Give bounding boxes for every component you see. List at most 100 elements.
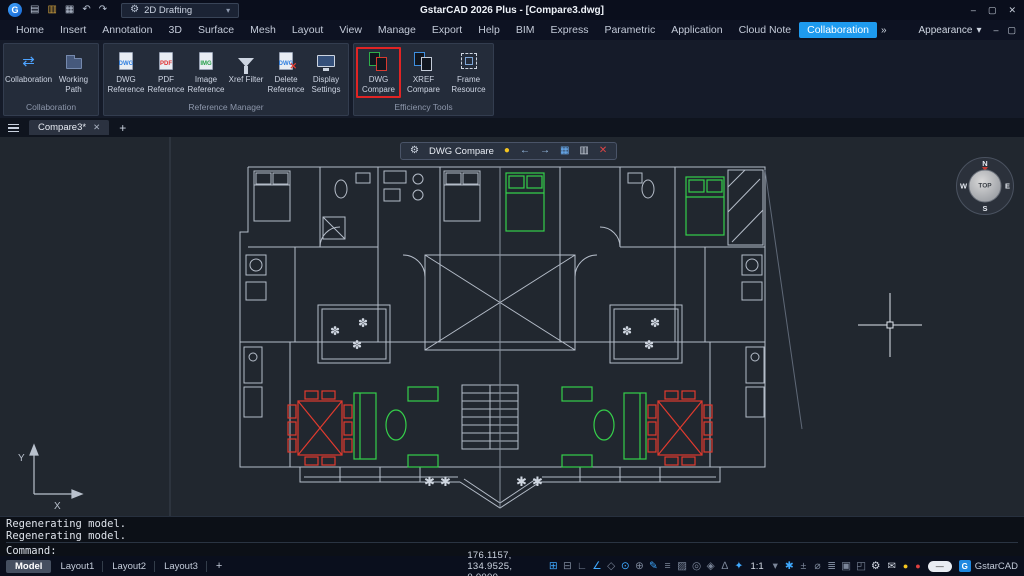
- object-snap-icon[interactable]: ⊙: [621, 561, 630, 572]
- open-file-icon[interactable]: ▥: [47, 5, 56, 15]
- next-difference-icon[interactable]: →: [540, 146, 550, 156]
- status-bar: Model Layout1 Layout2 Layout3 + 176.1157…: [0, 556, 1024, 576]
- units-icon[interactable]: ⌀: [813, 561, 822, 572]
- doc-restore-button[interactable]: ▢: [1007, 25, 1016, 36]
- tab-home[interactable]: Home: [8, 22, 52, 38]
- compass-west[interactable]: W: [960, 182, 967, 191]
- display-settings-button[interactable]: Display Settings: [306, 47, 346, 94]
- annotation-visibility-icon[interactable]: ✱: [785, 561, 794, 572]
- object-snap-tracking-icon[interactable]: ⊕: [635, 561, 644, 572]
- quick-properties-icon[interactable]: ≣: [827, 561, 836, 572]
- selection-cycling-icon[interactable]: ◎: [692, 561, 701, 572]
- dynamic-input-icon[interactable]: ✎: [649, 561, 658, 572]
- grid-icon[interactable]: ⊞: [549, 561, 558, 572]
- delete-reference-button[interactable]: DWG✕ Delete Reference: [266, 47, 306, 94]
- annotation-monitor-icon[interactable]: ✦: [734, 561, 743, 572]
- layout3-tab[interactable]: Layout3: [160, 561, 207, 572]
- command-history-line: Regenerating model.: [6, 530, 1018, 542]
- clean-screen-icon[interactable]: ◰: [856, 561, 866, 572]
- compare-report-icon[interactable]: ▥: [579, 146, 588, 156]
- isometric-drafting-icon[interactable]: ◇: [607, 561, 616, 572]
- auto-scale-icon[interactable]: ±: [799, 561, 808, 572]
- model-tab[interactable]: Model: [6, 560, 51, 573]
- close-button[interactable]: ✕: [1008, 5, 1016, 16]
- dwg-compare-button[interactable]: DWG Compare: [356, 47, 401, 98]
- coordinates-readout[interactable]: 176.1157, 134.9525, 0.0000: [467, 550, 543, 576]
- tab-manage[interactable]: Manage: [370, 22, 424, 38]
- menu-icon[interactable]: [8, 124, 19, 132]
- dynamic-ucs-icon[interactable]: ∆: [720, 561, 729, 572]
- frame-resource-button[interactable]: Frame Resource: [446, 47, 491, 94]
- doc-minimize-button[interactable]: –: [993, 25, 998, 36]
- settings-gear-icon[interactable]: ⚙: [871, 560, 880, 572]
- lock-ui-icon[interactable]: ▣: [841, 561, 851, 572]
- tab-export[interactable]: Export: [424, 22, 470, 38]
- tab-view[interactable]: View: [331, 22, 370, 38]
- layout1-tab[interactable]: Layout1: [56, 561, 103, 572]
- annotation-scale[interactable]: 1:1: [750, 561, 763, 572]
- message-icon[interactable]: ✉: [887, 561, 895, 572]
- tab-3d[interactable]: 3D: [161, 22, 190, 38]
- polar-tracking-icon[interactable]: ∠: [592, 561, 601, 572]
- tab-insert[interactable]: Insert: [52, 22, 94, 38]
- brand-badge: G GstarCAD: [959, 560, 1018, 572]
- undo-icon[interactable]: ↶: [82, 5, 90, 15]
- tab-layout[interactable]: Layout: [284, 22, 332, 38]
- lineweight-icon[interactable]: ≡: [663, 561, 672, 572]
- new-tab-button[interactable]: +: [119, 121, 126, 135]
- minimize-button[interactable]: –: [971, 5, 976, 16]
- bulb-icon[interactable]: ●: [903, 561, 908, 571]
- tray-collapse-button[interactable]: —: [928, 561, 952, 572]
- tab-cloud-note[interactable]: Cloud Note: [731, 22, 800, 38]
- new-file-icon[interactable]: ▤: [30, 5, 39, 15]
- tab-bim[interactable]: BIM: [508, 22, 543, 38]
- workspace-dropdown[interactable]: ⚙ 2D Drafting ▾: [121, 3, 239, 18]
- transparency-icon[interactable]: ▨: [677, 561, 687, 572]
- dwg-reference-button[interactable]: DWG DWG Reference: [106, 47, 146, 94]
- working-path-button[interactable]: Working Path: [51, 47, 96, 94]
- close-tab-icon[interactable]: ✕: [93, 122, 100, 133]
- notification-icon[interactable]: ●: [915, 561, 920, 571]
- compass-top-face[interactable]: TOP: [969, 170, 1002, 203]
- layout2-tab[interactable]: Layout2: [108, 561, 155, 572]
- collaboration-button[interactable]: ⇄ Collaboration: [6, 47, 51, 85]
- bulb-icon[interactable]: ●: [504, 146, 510, 156]
- tab-overflow-chevron-icon[interactable]: »: [877, 25, 891, 36]
- gstarcad-logo-icon[interactable]: G: [8, 3, 22, 17]
- close-compare-icon[interactable]: ✕: [599, 146, 607, 156]
- add-layout-button[interactable]: +: [212, 560, 226, 572]
- compare-table-icon[interactable]: ▦: [560, 146, 569, 156]
- drawing-canvas[interactable]: ✽✽✽ ✽✽✽ ✱✱ ✱✱: [0, 137, 1024, 516]
- tab-surface[interactable]: Surface: [190, 22, 242, 38]
- pdf-reference-button[interactable]: PDF PDF Reference: [146, 47, 186, 94]
- tab-express[interactable]: Express: [543, 22, 597, 38]
- compare-added-entities[interactable]: [354, 173, 724, 467]
- tab-application[interactable]: Application: [663, 22, 730, 38]
- document-tab-compare3[interactable]: Compare3* ✕: [29, 120, 109, 135]
- compass-south[interactable]: S: [982, 204, 987, 213]
- appearance-dropdown[interactable]: Appearance ▾: [919, 25, 982, 36]
- compass-east[interactable]: E: [1005, 182, 1010, 191]
- snap-icon[interactable]: ⊟: [563, 561, 572, 572]
- svg-text:✽: ✽: [644, 338, 654, 352]
- xref-filter-button[interactable]: Xref Filter: [226, 47, 266, 85]
- button-label: Working Path: [51, 75, 96, 94]
- save-icon[interactable]: ▦: [65, 5, 74, 15]
- image-reference-button[interactable]: IMG Image Reference: [186, 47, 226, 94]
- compass-north[interactable]: N: [982, 159, 987, 168]
- tab-annotation[interactable]: Annotation: [94, 22, 160, 38]
- redo-icon[interactable]: ↷: [99, 5, 107, 15]
- previous-difference-icon[interactable]: ←: [520, 146, 530, 156]
- compare-settings-gear-icon[interactable]: ⚙: [410, 146, 419, 156]
- xref-compare-button[interactable]: XREF Compare: [401, 47, 446, 94]
- gstarcad-badge-icon: G: [959, 560, 971, 572]
- tab-help[interactable]: Help: [470, 22, 508, 38]
- view-compass[interactable]: N S W E TOP: [956, 157, 1014, 215]
- scale-chevron-icon[interactable]: ▾: [771, 561, 780, 572]
- tab-parametric[interactable]: Parametric: [596, 22, 663, 38]
- tab-collaboration[interactable]: Collaboration: [799, 22, 877, 38]
- ortho-icon[interactable]: ∟: [577, 561, 587, 572]
- tab-mesh[interactable]: Mesh: [242, 22, 284, 38]
- 3d-object-snap-icon[interactable]: ◈: [706, 561, 715, 572]
- restore-button[interactable]: ▢: [988, 5, 997, 16]
